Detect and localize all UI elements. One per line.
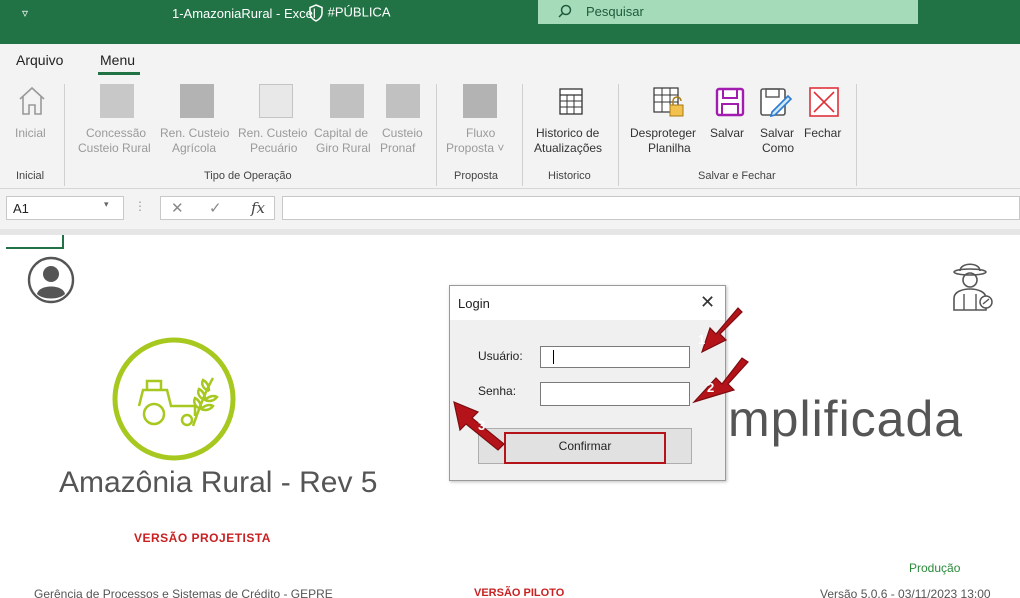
- formula-controls: ✕ ✓ fx: [160, 196, 275, 220]
- footer-department: Gerência de Processos e Sistemas de Créd…: [34, 587, 333, 598]
- historico-atualizacoes-button[interactable]: Historico de Atualizações: [532, 84, 610, 164]
- versao-projetista-label: VERSÃO PROJETISTA: [134, 531, 271, 545]
- custeio-pronaf-button[interactable]: Custeio Pronaf: [380, 84, 428, 164]
- search-icon: [558, 4, 572, 18]
- formula-bar: A1 ▾ ⋮ ✕ ✓ fx: [0, 189, 1020, 229]
- group-label-tipo-operacao: Tipo de Operação: [204, 170, 292, 182]
- cancel-icon[interactable]: ✕: [171, 199, 184, 217]
- capital-giro-label-1: Capital de: [314, 126, 369, 140]
- ren-agricola-label-2: Agrícola: [172, 141, 217, 155]
- fechar-button[interactable]: Fechar: [802, 84, 846, 164]
- concessao-label-2: Custeio Rural: [78, 141, 151, 155]
- quick-access-toolbar-icon[interactable]: ▿: [22, 6, 28, 20]
- salvar-como-label-2: Como: [762, 141, 795, 155]
- save-as-icon: [760, 88, 792, 118]
- column-header-strip: [0, 229, 1020, 235]
- title-bar: ▿ 1-AmazoniaRural - Excel #PÚBLICA Pesqu…: [0, 0, 1020, 44]
- confirm-highlight-box: [504, 432, 666, 464]
- classification-label: #PÚBLICA: [327, 4, 391, 20]
- custeio-pronaf-label-1: Custeio: [382, 126, 423, 140]
- selected-cell-a1[interactable]: [6, 235, 64, 249]
- ren-custeio-pecuario-button[interactable]: Ren. Custeio Pecuário: [236, 84, 312, 164]
- versao-piloto-label: VERSÃO PILOTO: [474, 587, 565, 598]
- group-separator: [64, 84, 65, 186]
- home-icon: [19, 86, 45, 115]
- usuario-field[interactable]: [540, 346, 690, 368]
- group-label-inicial: Inicial: [16, 170, 45, 182]
- concessao-button[interactable]: Concessão Custeio Rural: [78, 84, 151, 164]
- concessao-icon: [100, 84, 134, 118]
- insert-function-button[interactable]: fx: [251, 199, 265, 217]
- ren-pecuario-label-2: Pecuário: [250, 141, 298, 155]
- group-separator: [522, 84, 523, 186]
- salvar-button[interactable]: Salvar: [710, 84, 750, 164]
- ren-pecuario-label-1: Ren. Custeio: [238, 126, 308, 140]
- user-avatar-icon[interactable]: [27, 256, 75, 304]
- concessao-label-1: Concessão: [86, 126, 147, 140]
- step-number-3: 3: [478, 418, 486, 433]
- sensitivity-label[interactable]: #PÚBLICA: [308, 4, 391, 22]
- capital-giro-label-2: Giro Rural: [316, 141, 371, 155]
- shield-icon: [309, 4, 323, 22]
- annotation-arrow-2: [692, 357, 749, 404]
- farmer-icon: [953, 263, 993, 311]
- salvar-como-label-1: Salvar: [760, 126, 795, 140]
- drag-handle-icon[interactable]: ⋮: [134, 199, 146, 213]
- app-name: Amazônia Rural - Rev 5: [59, 466, 378, 499]
- ren-custeio-agricola-button[interactable]: Ren. Custeio Agrícola: [160, 84, 234, 164]
- environment-label: Produção: [909, 561, 961, 575]
- historico-label-2: Atualizações: [534, 141, 603, 155]
- fluxo-label-2: Proposta ˅: [446, 141, 505, 155]
- ribbon: Arquivo Menu Inicial Concessão Custeio R…: [0, 44, 1020, 189]
- inicial-label: Inicial: [15, 126, 46, 140]
- desproteger-label-2: Planilha: [648, 141, 691, 155]
- table-history-icon: [559, 88, 583, 115]
- window-title: 1-AmazoniaRural - Excel: [172, 6, 316, 21]
- fechar-label: Fechar: [804, 126, 842, 140]
- active-tab-indicator: [98, 72, 140, 75]
- capital-giro-icon: [330, 84, 364, 118]
- salvar-como-button[interactable]: Salvar Como: [754, 84, 798, 164]
- tab-arquivo[interactable]: Arquivo: [16, 52, 63, 68]
- step-number-1: 1: [698, 332, 706, 347]
- amazonia-rural-logo: [112, 337, 236, 461]
- capital-giro-button[interactable]: Capital de Giro Rural: [314, 84, 376, 164]
- group-label-historico: Historico: [548, 170, 591, 182]
- unlock-sheet-icon: [653, 87, 684, 117]
- senha-field[interactable]: [540, 382, 690, 406]
- ren-custeio-agricola-icon: [180, 84, 214, 118]
- desproteger-planilha-button[interactable]: Desproteger Planilha: [630, 84, 708, 164]
- search-box[interactable]: Pesquisar: [538, 0, 918, 24]
- salvar-label: Salvar: [710, 126, 745, 140]
- save-icon: [715, 87, 745, 117]
- annotation-arrow-1: [700, 307, 743, 354]
- fluxo-proposta-button[interactable]: Fluxo Proposta ˅: [444, 84, 516, 164]
- ren-custeio-pecuario-icon: [259, 84, 293, 118]
- usuario-label: Usuário:: [478, 349, 523, 363]
- tab-menu[interactable]: Menu: [100, 52, 135, 68]
- fluxo-label-1: Fluxo: [466, 126, 496, 140]
- search-placeholder: Pesquisar: [586, 4, 644, 19]
- custeio-pronaf-label-2: Pronaf: [380, 141, 416, 155]
- close-box-icon: [809, 87, 839, 117]
- custeio-pronaf-icon: [386, 84, 420, 118]
- historico-label-1: Historico de: [536, 126, 600, 140]
- version-info: Versão 5.0.6 - 03/11/2023 13:00: [820, 587, 991, 598]
- group-separator: [618, 84, 619, 186]
- group-separator: [856, 84, 857, 186]
- inicial-button[interactable]: Inicial: [12, 84, 52, 164]
- text-cursor: [553, 350, 554, 364]
- ren-agricola-label-1: Ren. Custeio: [160, 126, 230, 140]
- chevron-down-icon[interactable]: ▾: [104, 199, 109, 210]
- formula-input[interactable]: [282, 196, 1020, 220]
- fluxo-proposta-icon: [463, 84, 497, 118]
- group-separator: [436, 84, 437, 186]
- step-number-2: 2: [707, 380, 715, 395]
- check-icon[interactable]: ✓: [209, 199, 222, 217]
- dialog-title: Login: [458, 296, 490, 311]
- group-label-salvar-fechar: Salvar e Fechar: [698, 170, 776, 182]
- simplificada-heading: mplificada: [728, 391, 964, 447]
- group-label-proposta: Proposta: [454, 170, 499, 182]
- desproteger-label-1: Desproteger: [630, 126, 697, 140]
